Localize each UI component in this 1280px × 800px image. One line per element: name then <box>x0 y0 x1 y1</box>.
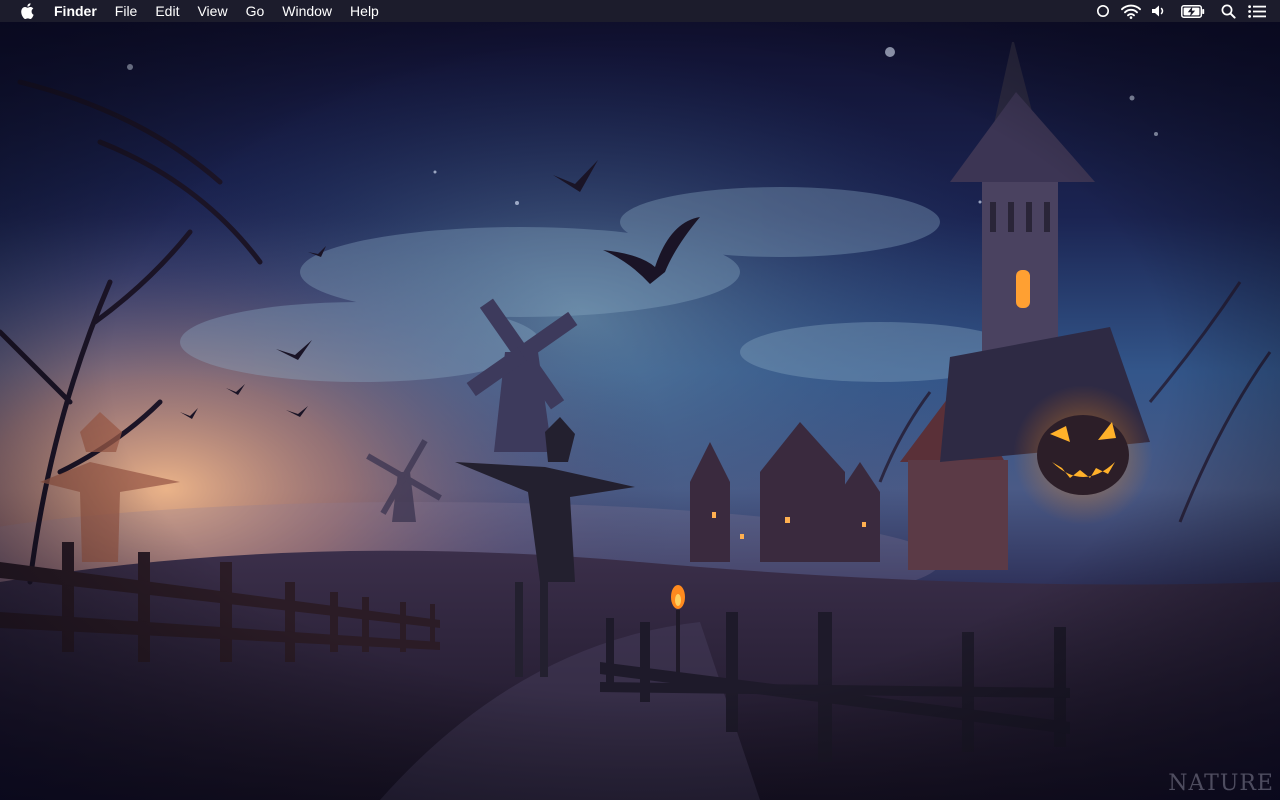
wallpaper-watermark: NATURE <box>1168 771 1274 796</box>
wifi-icon[interactable] <box>1116 0 1146 22</box>
menu-app-finder[interactable]: Finder <box>54 0 97 22</box>
siri-circle-icon[interactable] <box>1090 0 1116 22</box>
notification-center-icon[interactable] <box>1242 0 1272 22</box>
menu-bar: Finder File Edit View Go Window Help <box>0 0 1280 22</box>
desktop-wallpaper: NATURE <box>0 22 1280 800</box>
menu-view[interactable]: View <box>197 0 227 22</box>
volume-icon[interactable] <box>1146 0 1172 22</box>
menu-edit[interactable]: Edit <box>155 0 179 22</box>
apple-logo-icon[interactable] <box>20 2 36 20</box>
menu-file[interactable]: File <box>115 0 138 22</box>
spotlight-search-icon[interactable] <box>1214 0 1242 22</box>
menu-bar-status <box>1090 0 1280 22</box>
wallpaper-scene <box>0 22 1280 800</box>
menu-bar-left: Finder File Edit View Go Window Help <box>0 0 397 22</box>
menu-window[interactable]: Window <box>282 0 332 22</box>
menu-go[interactable]: Go <box>246 0 265 22</box>
battery-charging-icon[interactable] <box>1172 0 1214 22</box>
menu-help[interactable]: Help <box>350 0 379 22</box>
